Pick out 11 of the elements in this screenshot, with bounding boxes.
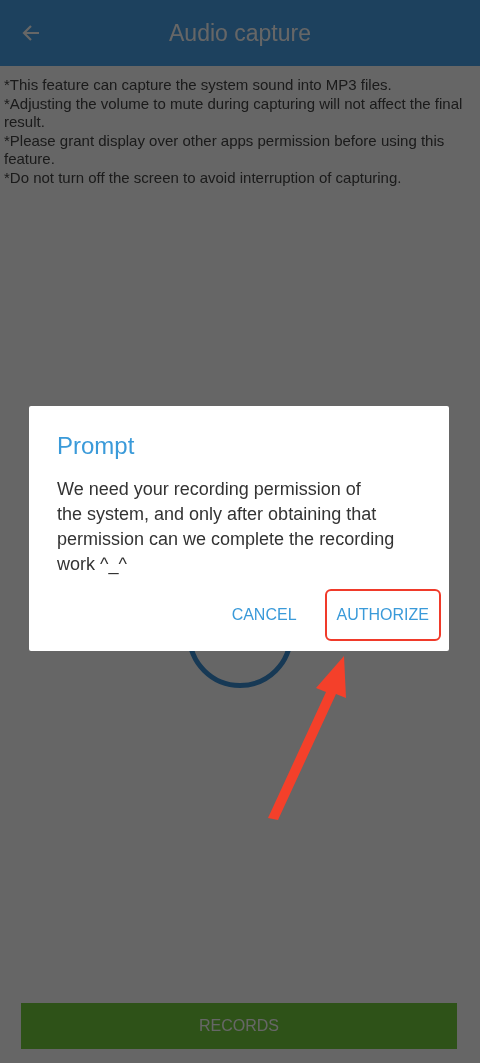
dialog-button[interactable]: CANCEL (219, 589, 309, 641)
dialog-message: We need your recording permission of the system, and only after obtaining that permission can we complete the recording work ^_^ (57, 478, 396, 577)
note-text: *Please grant display over other apps permission before using this feature. (4, 131, 446, 169)
dialog-title: Prompt (57, 432, 136, 460)
note-text: *Do not turn off the screen to avoid interruption of capturing. (4, 168, 403, 187)
records-button[interactable]: RECORDS (21, 1003, 457, 1049)
note-text: *This feature can capture the system sound into MP3 files. (4, 76, 393, 95)
screen-title: Audio capture (169, 19, 311, 47)
dialog-button[interactable]: AUTHORIZE (324, 589, 441, 641)
note-text: *Adjusting the volume to mute during capturing will not affect the final result. (4, 94, 464, 132)
back-arrow-icon[interactable] (21, 23, 41, 43)
